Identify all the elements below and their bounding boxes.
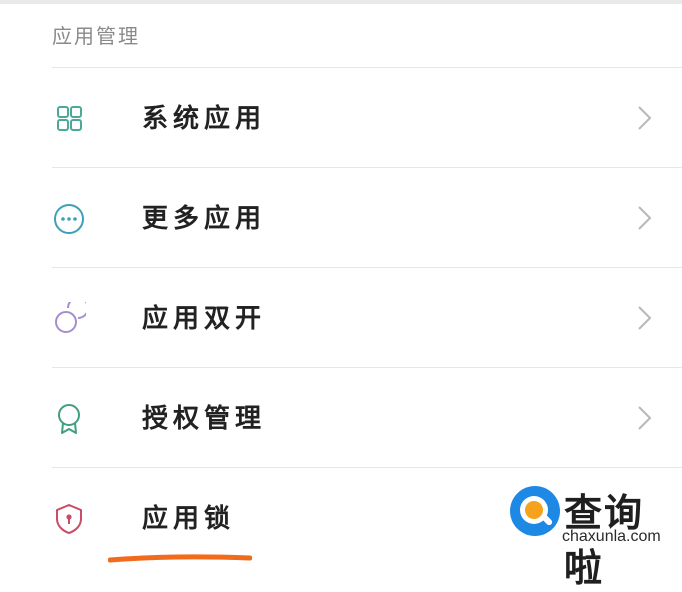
menu-item-label: 应用双开 [142, 304, 267, 334]
section-title: 应用管理 [52, 24, 140, 48]
watermark-logo-icon [510, 486, 560, 536]
chevron-right-icon [638, 106, 652, 130]
menu-item-label: 系统应用 [142, 104, 267, 134]
chevron-right-icon [638, 306, 652, 330]
more-dots-icon [54, 204, 84, 234]
shield-lock-icon [56, 504, 82, 534]
menu-item-more-apps[interactable]: 更多应用 [0, 168, 682, 268]
grid-apps-icon [57, 106, 82, 131]
watermark-domain: chaxunla.com [562, 528, 661, 545]
menu-item-permissions[interactable]: 授权管理 [0, 368, 682, 468]
chevron-right-icon [638, 406, 652, 430]
badge-ribbon-icon [58, 404, 80, 434]
menu-item-dual-apps[interactable]: 应用双开 [0, 268, 682, 368]
watermark: 查询啦 chaxunla.com [506, 482, 682, 590]
menu-item-label: 授权管理 [142, 404, 267, 434]
top-border [0, 0, 682, 4]
dual-circles-icon [55, 302, 86, 333]
chevron-right-icon [638, 206, 652, 230]
annotation-underline [108, 554, 252, 563]
menu-item-label: 更多应用 [142, 204, 267, 234]
menu-item-system-apps[interactable]: 系统应用 [0, 68, 682, 168]
menu-item-label: 应用锁 [142, 504, 236, 534]
